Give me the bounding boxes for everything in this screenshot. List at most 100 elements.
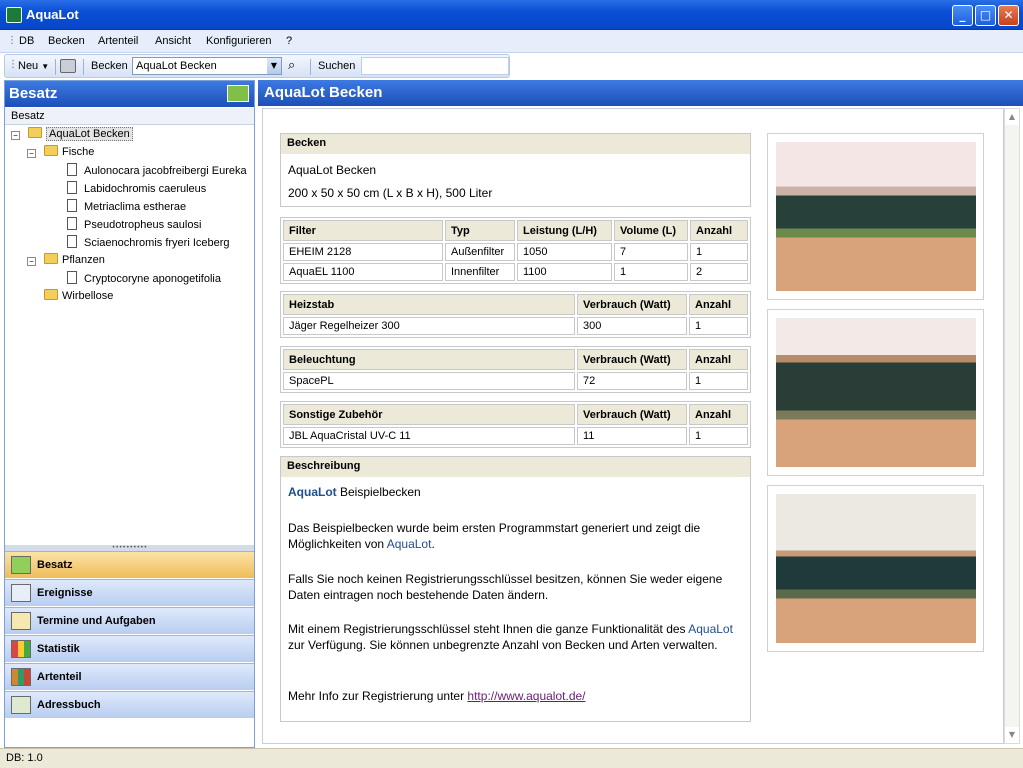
nav-adressbuch[interactable]: Adressbuch: [5, 691, 254, 718]
tree-node-label: Fische: [62, 146, 95, 158]
column-header: Anzahl: [689, 294, 748, 315]
search-input[interactable]: [361, 57, 509, 75]
becken-select[interactable]: AquaLot Becken ▼: [132, 57, 282, 75]
aquarium-photo[interactable]: [767, 485, 984, 652]
aquarium-photo[interactable]: [767, 309, 984, 476]
calendar-icon: [11, 584, 31, 602]
nav-label: Ereignisse: [37, 587, 93, 599]
app-icon: [6, 7, 22, 23]
grip-icon: ⋮: [7, 35, 17, 46]
tree-node-wirbellose[interactable]: Wirbellose: [44, 289, 113, 307]
new-button[interactable]: Neu ▼: [18, 60, 49, 72]
table-cell: 1: [690, 243, 748, 261]
toolbar: ⋮ Neu ▼ Becken AquaLot Becken ▼ ⌕ Suchen: [4, 54, 510, 78]
tree-node-fische[interactable]: − Fische: [27, 145, 94, 163]
column-header: Anzahl: [689, 349, 748, 370]
chevron-down-icon[interactable]: ▼: [267, 58, 281, 74]
collapse-icon[interactable]: −: [27, 257, 36, 266]
becken-label: Becken: [91, 60, 128, 72]
table-cell: 1: [689, 317, 748, 335]
table-cell: Jäger Regelheizer 300: [283, 317, 575, 335]
contact-card-icon: [11, 696, 31, 714]
beschreibung-heading: AquaLot Beispielbecken: [288, 485, 743, 499]
aquarium-icon: [11, 556, 31, 574]
column-header: Verbrauch (Watt): [577, 404, 687, 425]
minimize-button[interactable]: _: [952, 5, 973, 26]
column-header: Anzahl: [690, 220, 748, 241]
table-cell: 7: [614, 243, 688, 261]
menu-konfigurieren[interactable]: Konfigurieren: [206, 35, 271, 47]
collapse-icon[interactable]: −: [27, 149, 36, 158]
folder-icon: [44, 253, 58, 264]
menu-help[interactable]: ?: [286, 35, 292, 47]
tree-leaf[interactable]: Sciaenochromis fryeri Iceberg: [67, 235, 230, 253]
tree-node-pflanzen[interactable]: − Pflanzen: [27, 253, 105, 271]
document-icon: [67, 217, 77, 230]
menu-artenteil[interactable]: Artenteil: [98, 35, 138, 47]
heizstab-table: Heizstab Verbrauch (Watt) Anzahl Jäger R…: [280, 291, 751, 338]
close-button[interactable]: ✕: [998, 5, 1019, 26]
nav-ereignisse[interactable]: Ereignisse: [5, 579, 254, 606]
aquarium-photo[interactable]: [767, 133, 984, 300]
table-header-row: Beleuchtung Verbrauch (Watt) Anzahl: [283, 349, 748, 370]
tree-leaf[interactable]: Aulonocara jacobfreibergi Eureka: [67, 163, 247, 181]
nav-statistik[interactable]: Statistik: [5, 635, 254, 662]
document-icon: [67, 271, 77, 284]
status-text: DB: 1.0: [6, 752, 43, 764]
scroll-up-icon[interactable]: ▲: [1005, 109, 1019, 125]
nav-termine[interactable]: Termine und Aufgaben: [5, 607, 254, 634]
becken-box: Becken AquaLot Becken 200 x 50 x 50 cm (…: [280, 133, 751, 207]
checklist-icon: [11, 612, 31, 630]
tree-leaf[interactable]: Labidochromis caeruleus: [67, 181, 206, 199]
menu-ansicht[interactable]: Ansicht: [155, 35, 191, 47]
table-cell: Außenfilter: [445, 243, 515, 261]
toolbar-separator: [55, 59, 56, 75]
aqualot-link[interactable]: AquaLot: [688, 622, 733, 636]
binoculars-icon[interactable]: ⌕: [288, 58, 295, 73]
aquarium-photo-image: [776, 142, 976, 291]
tree-leaf[interactable]: Cryptocoryne aponogetifolia: [67, 271, 221, 289]
table-cell: 1: [614, 263, 688, 281]
table-row: EHEIM 2128 Außenfilter 1050 7 1: [283, 243, 748, 261]
nav-besatz[interactable]: Besatz: [5, 551, 254, 578]
becken-box-title: Becken: [281, 134, 750, 154]
aqualot-link[interactable]: AquaLot: [387, 537, 432, 551]
content-header: AquaLot Becken: [258, 80, 1023, 106]
column-header: Beleuchtung: [283, 349, 575, 370]
close-icon: ✕: [1003, 8, 1014, 22]
column-header: Heizstab: [283, 294, 575, 315]
nav-artenteil[interactable]: Artenteil: [5, 663, 254, 690]
menu-db[interactable]: DB: [19, 35, 34, 47]
paragraph-text: zur Verfügung. Sie können unbegrenzte An…: [288, 638, 718, 652]
collapse-icon[interactable]: −: [11, 131, 20, 140]
print-icon[interactable]: [60, 59, 76, 73]
besatz-subheader-label: Besatz: [11, 110, 45, 122]
document-icon: [67, 163, 77, 176]
table-cell: 72: [577, 372, 687, 390]
vertical-scrollbar[interactable]: ▲ ▼: [1004, 108, 1020, 744]
paragraph-3: Mit einem Registrierungsschlüssel steht …: [288, 621, 743, 653]
table-cell: JBL AquaCristal UV-C 11: [283, 427, 575, 445]
status-bar: DB: 1.0: [0, 748, 1023, 768]
menu-bar: ⋮ DB Becken Artenteil Ansicht Konfigurie…: [0, 30, 1023, 53]
content-header-title: AquaLot Becken: [264, 84, 383, 101]
menu-becken[interactable]: Becken: [48, 35, 85, 47]
paragraph-text: Mehr Info zur Registrierung unter: [288, 689, 468, 703]
besatz-subheader: Besatz: [5, 108, 254, 125]
left-panel: Besatz Besatz − AquaLot Becken − Fische …: [4, 80, 255, 748]
toolbar-separator: [310, 59, 311, 75]
tree-root[interactable]: − AquaLot Becken: [11, 127, 133, 145]
nav-label: Statistik: [37, 643, 80, 655]
table-cell: Innenfilter: [445, 263, 515, 281]
scroll-down-icon[interactable]: ▼: [1005, 727, 1019, 743]
tree-leaf[interactable]: Pseudotropheus saulosi: [67, 217, 201, 235]
paragraph-2: Falls Sie noch keinen Registrierungsschl…: [288, 572, 723, 602]
website-link[interactable]: http://www.aqualot.de/: [467, 689, 585, 703]
maximize-button[interactable]: □: [975, 5, 996, 26]
table-cell: 1: [689, 427, 748, 445]
column-header: Typ: [445, 220, 515, 241]
new-button-label: Neu: [18, 60, 39, 72]
table-cell: 1050: [517, 243, 612, 261]
tree-leaf[interactable]: Metriaclima estherae: [67, 199, 186, 217]
tree-leaf-label: Aulonocara jacobfreibergi Eureka: [84, 165, 247, 177]
